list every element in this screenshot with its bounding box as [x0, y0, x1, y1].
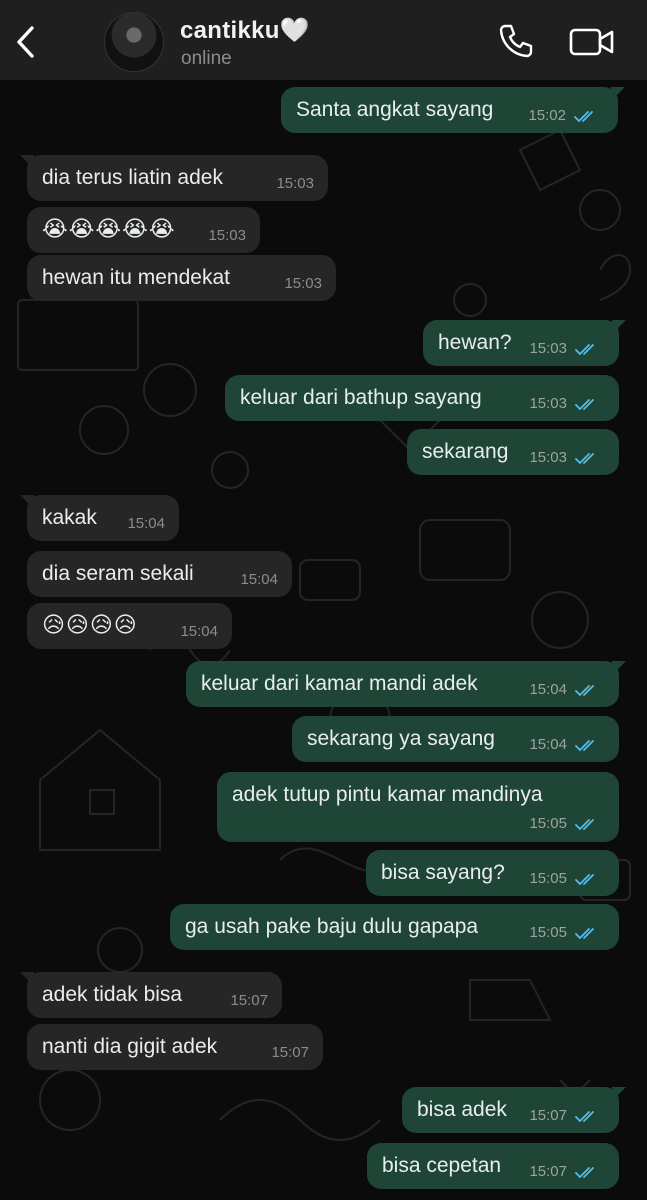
message-text: 😥😥😥😥 [42, 613, 138, 638]
incoming-message-bubble[interactable]: adek tidak bisa 15:07 [20, 972, 282, 1018]
outgoing-message-bubble[interactable]: bisa cepetan 15:07 [367, 1143, 619, 1189]
incoming-message-bubble[interactable]: 😭😭😭😭😭 15:03 [27, 207, 260, 253]
incoming-message-bubble[interactable]: kakak 15:04 [20, 495, 179, 541]
message-text: bisa adek [417, 1098, 507, 1121]
chevron-left-icon [17, 26, 34, 58]
read-receipt-icon [574, 111, 593, 123]
message-timestamp: 15:05 [529, 924, 567, 941]
incoming-message-bubble[interactable]: dia terus liatin adek 15:03 [20, 155, 328, 201]
read-receipt-icon [575, 399, 594, 411]
message-text: Santa angkat sayang [296, 98, 494, 121]
message-timestamp: 15:04 [529, 736, 567, 753]
message-text: adek tutup pintu kamar mandinya [232, 783, 543, 806]
incoming-message-bubble[interactable]: dia seram sekali 15:04 [27, 551, 292, 597]
outgoing-message-bubble[interactable]: Santa angkat sayang 15:02 [281, 87, 625, 133]
incoming-message-bubble[interactable]: nanti dia gigit adek 15:07 [27, 1024, 323, 1070]
incoming-message-bubble[interactable]: hewan itu mendekat 15:03 [27, 255, 336, 301]
message-timestamp: 15:05 [529, 815, 567, 832]
read-receipt-icon [575, 819, 594, 831]
outgoing-message-bubble[interactable]: sekarang 15:03 [407, 429, 619, 475]
outgoing-message-bubble[interactable]: hewan? 15:03 [423, 320, 626, 366]
bubble-tail [20, 972, 34, 986]
read-receipt-icon [575, 344, 594, 356]
video-call-button[interactable] [568, 24, 616, 60]
message-timestamp: 15:03 [529, 340, 567, 357]
message-timestamp: 15:02 [528, 107, 566, 124]
read-receipt-icon [575, 874, 594, 886]
back-button[interactable] [10, 22, 44, 62]
message-list[interactable]: Santa angkat sayang 15:02 dia terus liatin… [0, 80, 647, 1200]
message-timestamp: 15:04 [240, 571, 278, 588]
outgoing-message-bubble[interactable]: keluar dari bathup sayang 15:03 [225, 375, 619, 421]
message-text: kakak [42, 506, 97, 529]
bubble-tail [612, 1087, 626, 1101]
outgoing-message-bubble[interactable]: ga usah pake baju dulu gapapa 15:05 [170, 904, 619, 950]
message-timestamp: 15:04 [127, 515, 165, 532]
message-text: sekarang [422, 440, 509, 463]
outgoing-message-bubble[interactable]: sekarang ya sayang 15:04 [292, 716, 619, 762]
message-timestamp: 15:05 [529, 870, 567, 887]
contact-avatar[interactable] [104, 12, 164, 72]
message-text: bisa cepetan [382, 1154, 502, 1177]
message-text: hewan itu mendekat [42, 266, 230, 289]
outgoing-message-bubble[interactable]: adek tutup pintu kamar mandinya 15:05 [217, 772, 619, 842]
chat-header: cantikku🤍 online [0, 0, 647, 80]
bubble-tail [611, 87, 625, 101]
message-timestamp: 15:07 [529, 1163, 567, 1180]
phone-icon [499, 24, 533, 58]
message-text: 😭😭😭😭😭 [42, 217, 176, 242]
bubble-tail [20, 495, 34, 509]
message-text: adek tidak bisa [42, 983, 183, 1006]
bubble-tail [612, 661, 626, 675]
message-text: bisa sayang? [381, 861, 505, 884]
read-receipt-icon [575, 1167, 594, 1179]
contact-status: online [181, 48, 232, 69]
message-text: dia seram sekali [42, 562, 194, 585]
bubble-tail [612, 320, 626, 334]
outgoing-message-bubble[interactable]: bisa sayang? 15:05 [366, 850, 619, 896]
message-text: ga usah pake baju dulu gapapa [185, 915, 479, 938]
message-text: nanti dia gigit adek [42, 1035, 218, 1058]
message-timestamp: 15:07 [271, 1044, 309, 1061]
message-timestamp: 15:03 [208, 227, 246, 244]
message-timestamp: 15:07 [230, 992, 268, 1009]
outgoing-message-bubble[interactable]: bisa adek 15:07 [402, 1087, 626, 1133]
message-timestamp: 15:04 [529, 681, 567, 698]
voice-call-button[interactable] [496, 22, 534, 60]
message-text: sekarang ya sayang [307, 727, 495, 750]
message-timestamp: 15:03 [529, 395, 567, 412]
message-timestamp: 15:07 [529, 1107, 567, 1124]
message-text: hewan? [438, 331, 512, 354]
incoming-message-bubble[interactable]: 😥😥😥😥 15:04 [27, 603, 232, 649]
message-text: keluar dari kamar mandi adek [201, 672, 478, 695]
message-text: keluar dari bathup sayang [240, 386, 482, 409]
contact-name[interactable]: cantikku🤍 [180, 16, 310, 45]
read-receipt-icon [575, 740, 594, 752]
read-receipt-icon [575, 453, 594, 465]
read-receipt-icon [575, 685, 594, 697]
message-timestamp: 15:03 [284, 275, 322, 292]
bubble-tail [20, 155, 34, 169]
read-receipt-icon [575, 1111, 594, 1123]
message-timestamp: 15:03 [276, 175, 314, 192]
message-timestamp: 15:04 [180, 623, 218, 640]
message-timestamp: 15:03 [529, 449, 567, 466]
read-receipt-icon [575, 928, 594, 940]
outgoing-message-bubble[interactable]: keluar dari kamar mandi adek 15:04 [186, 661, 626, 707]
video-camera-icon [569, 28, 614, 56]
message-text: dia terus liatin adek [42, 166, 223, 189]
